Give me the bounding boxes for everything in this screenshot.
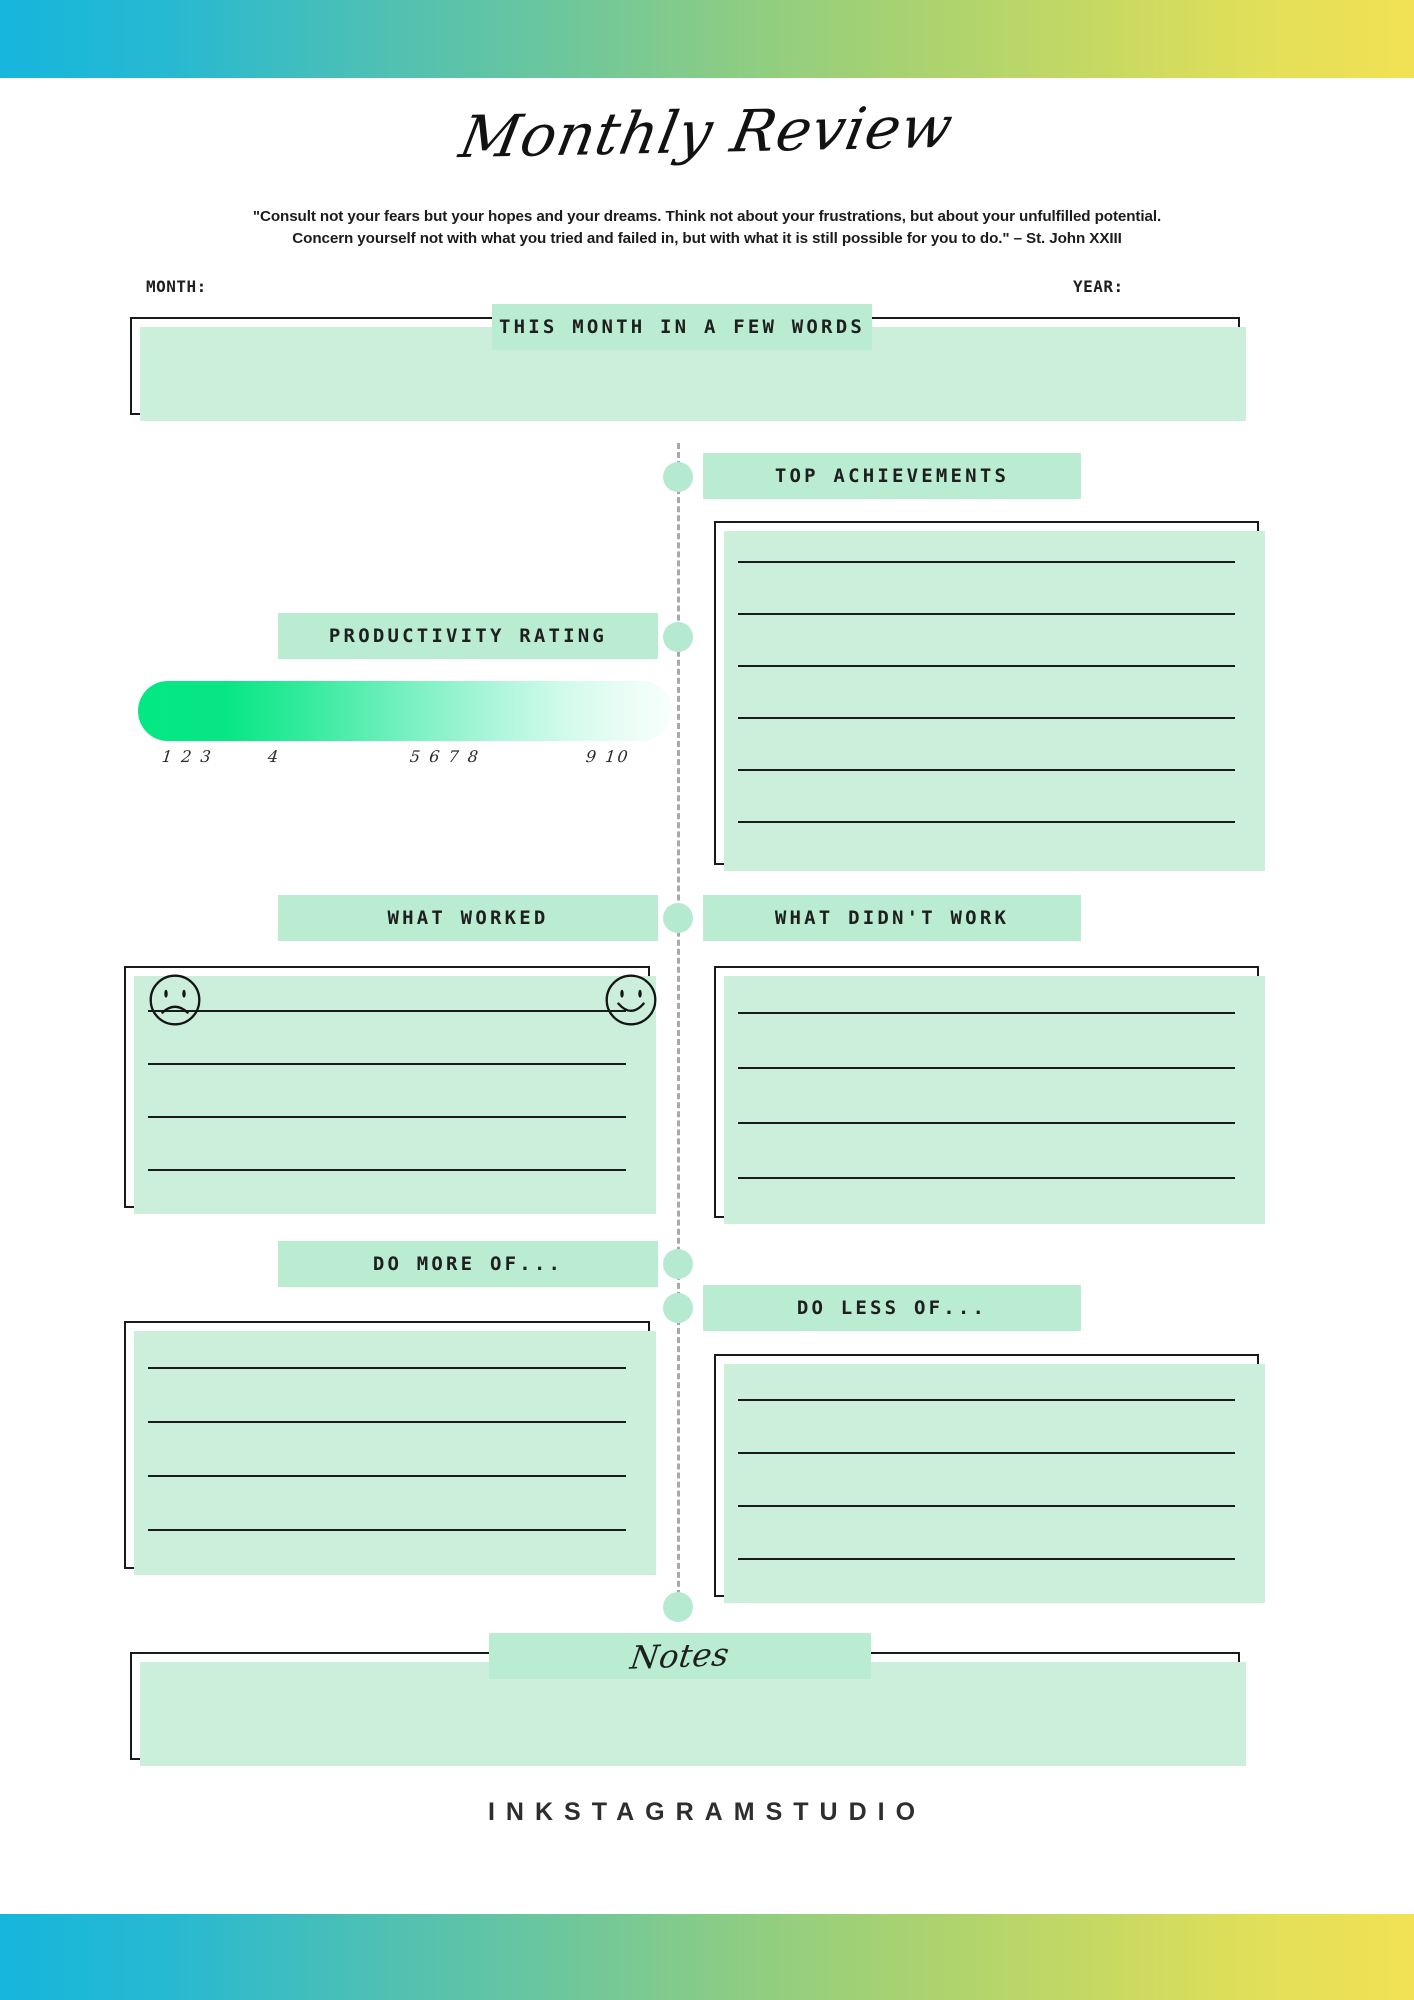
- productivity-rating-slider[interactable]: [138, 681, 672, 741]
- rule-line: [148, 1010, 626, 1012]
- do-more-of-box[interactable]: [124, 1321, 656, 1575]
- rule-line: [738, 769, 1235, 771]
- productivity-scale-marks: 1 2 3 4 5 6 7 8 9 10: [138, 747, 672, 773]
- timeline-node-worked: [663, 903, 693, 933]
- do-less-of-header: DO LESS OF...: [703, 1285, 1081, 1331]
- what-didnt-work-box[interactable]: [714, 966, 1265, 1224]
- few-words-header: THIS MONTH IN A FEW WORDS: [492, 304, 872, 350]
- page-title-wrap: Monthly Review: [0, 93, 1414, 171]
- rule-line: [738, 1452, 1235, 1454]
- ruled-lines: [738, 968, 1235, 1216]
- scale-mark: 9 10: [585, 747, 631, 766]
- ruled-lines: [738, 523, 1235, 863]
- rule-line: [738, 821, 1235, 823]
- rule-line: [738, 1505, 1235, 1507]
- notes-header: Notes: [489, 1633, 871, 1679]
- rule-line: [148, 1116, 626, 1118]
- month-label: MONTH:: [146, 277, 207, 296]
- timeline-node-achievements: [663, 462, 693, 492]
- what-worked-header: WHAT WORKED: [278, 895, 658, 941]
- rule-line: [738, 1177, 1235, 1179]
- notes-header-label: Notes: [628, 1635, 732, 1677]
- rule-line: [738, 1399, 1235, 1401]
- top-achievements-box[interactable]: [714, 521, 1265, 871]
- rule-line: [148, 1169, 626, 1171]
- rule-line: [738, 665, 1235, 667]
- do-more-of-header: DO MORE OF...: [278, 1241, 658, 1287]
- rule-line: [738, 717, 1235, 719]
- rule-line: [738, 1558, 1235, 1560]
- what-didnt-work-header: WHAT DIDN'T WORK: [703, 895, 1081, 941]
- timeline-node-do-more: [663, 1249, 693, 1279]
- ruled-lines: [148, 968, 626, 1206]
- bottom-gradient-band: [0, 1914, 1414, 2000]
- ruled-lines: [148, 1323, 626, 1567]
- monthly-review-page: Monthly Review "Consult not your fears b…: [0, 0, 1414, 2000]
- rule-line: [148, 1475, 626, 1477]
- ruled-lines: [738, 1356, 1235, 1595]
- scale-mark: 1 2 3: [161, 747, 214, 766]
- do-less-of-box[interactable]: [714, 1354, 1265, 1603]
- productivity-rating-header: PRODUCTIVITY RATING: [278, 613, 658, 659]
- quote-line-1: "Consult not your fears but your hopes a…: [252, 208, 1162, 225]
- timeline-dashed-line: [677, 443, 680, 1614]
- rule-line: [738, 613, 1235, 615]
- rule-line: [148, 1529, 626, 1531]
- scale-mark: 5 6 7 8: [409, 747, 481, 766]
- rule-line: [738, 1122, 1235, 1124]
- what-worked-box[interactable]: [124, 966, 656, 1214]
- rule-line: [148, 1367, 626, 1369]
- page-title: Monthly Review: [454, 92, 960, 172]
- timeline-node-do-less: [663, 1293, 693, 1323]
- quote-block: "Consult not your fears but your hopes a…: [150, 206, 1264, 250]
- rule-line: [738, 1067, 1235, 1069]
- quote-line-2: Concern yourself not with what you tried…: [292, 230, 1122, 247]
- scale-mark: 4: [267, 747, 282, 766]
- frowning-face-icon: [149, 974, 201, 1026]
- rule-line: [148, 1063, 626, 1065]
- footer-brand: INKSTAGRAMSTUDIO: [487, 1798, 927, 1826]
- top-gradient-band: [0, 0, 1414, 78]
- rule-line: [738, 561, 1235, 563]
- top-achievements-header: TOP ACHIEVEMENTS: [703, 453, 1081, 499]
- timeline-node-productivity: [663, 622, 693, 652]
- rule-line: [148, 1421, 626, 1423]
- year-label: YEAR:: [1073, 277, 1124, 296]
- smiling-face-icon: [605, 974, 657, 1026]
- rule-line: [738, 1012, 1235, 1014]
- timeline-node-notes: [663, 1592, 693, 1622]
